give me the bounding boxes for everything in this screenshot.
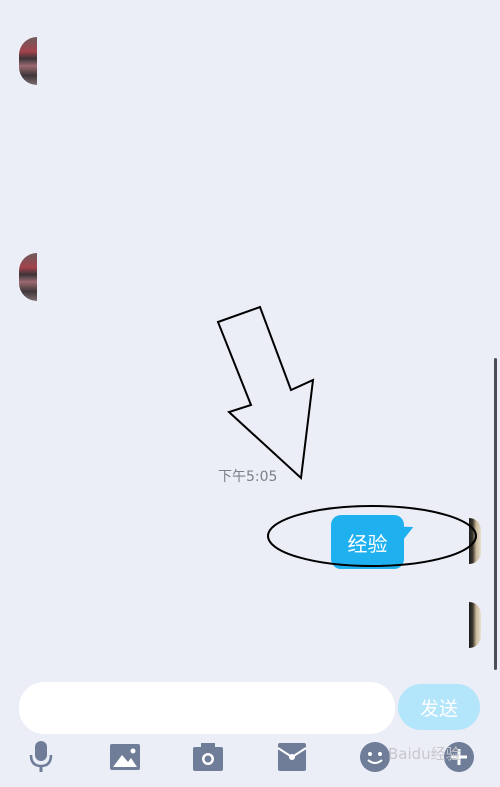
emoji-icon[interactable] xyxy=(358,740,392,774)
annotation-overlay xyxy=(216,305,477,567)
message-bubble-outgoing[interactable]: 经验 xyxy=(331,515,404,569)
my-avatar[interactable] xyxy=(469,518,481,564)
message-text: 经验 xyxy=(347,531,388,556)
microphone-icon[interactable] xyxy=(24,740,58,774)
chat-message-area[interactable]: 下午5:05 经验 xyxy=(0,0,500,670)
image-icon[interactable] xyxy=(108,740,142,774)
annotation-arrow xyxy=(216,305,315,481)
message-input[interactable] xyxy=(19,682,395,734)
my-avatar[interactable] xyxy=(469,602,481,648)
contact-avatar[interactable] xyxy=(19,37,37,85)
camera-icon[interactable] xyxy=(191,740,225,774)
scrollbar[interactable] xyxy=(494,358,497,670)
watermark: Baidu经验 xyxy=(388,745,461,763)
send-button-label: 发送 xyxy=(419,697,458,720)
red-packet-icon[interactable] xyxy=(275,740,309,774)
contact-avatar[interactable] xyxy=(19,253,37,301)
send-button[interactable]: 发送 xyxy=(398,684,480,730)
